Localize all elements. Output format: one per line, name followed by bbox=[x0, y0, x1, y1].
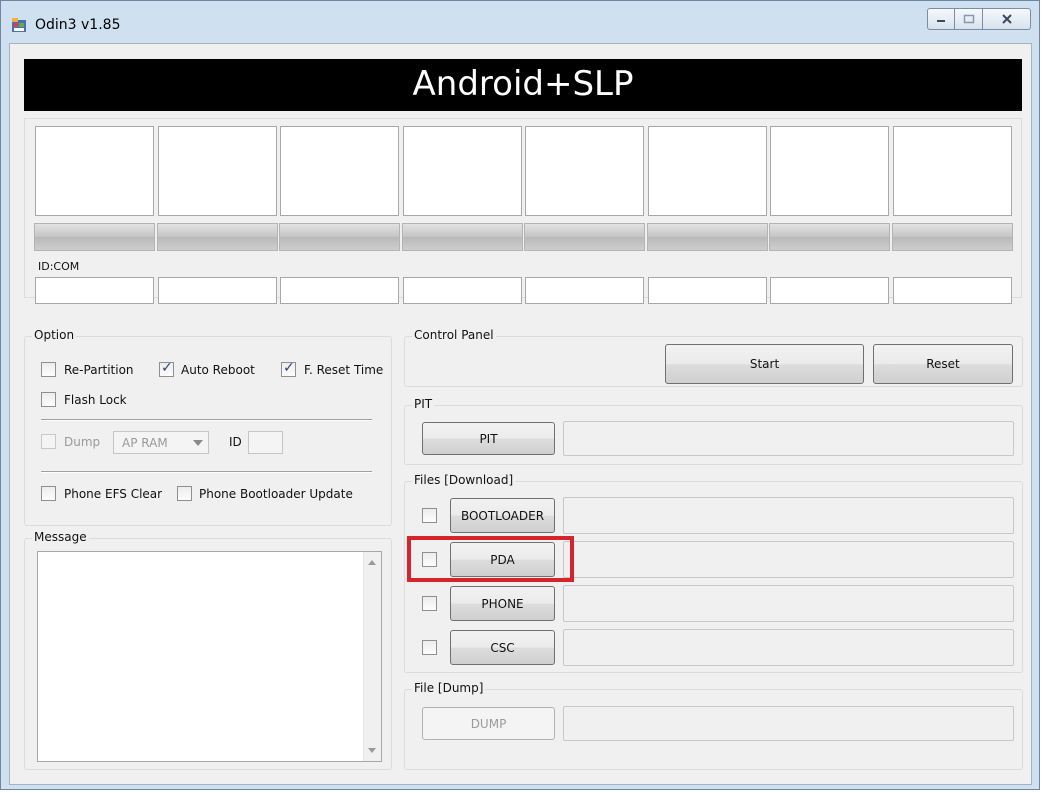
auto-reboot-checkbox[interactable] bbox=[159, 360, 174, 377]
port-status-box bbox=[770, 126, 889, 216]
control-panel-label: Control Panel bbox=[412, 328, 496, 342]
files-download-group: Files [Download] BOOTLOADER PDA PHONE CS… bbox=[404, 473, 1023, 673]
reset-button[interactable]: Reset bbox=[873, 344, 1013, 384]
pit-group-label: PIT bbox=[412, 397, 435, 411]
idcom-field bbox=[158, 277, 277, 304]
port-status-box bbox=[525, 126, 644, 216]
flash-lock-label: Flash Lock bbox=[64, 393, 127, 407]
phone-bootloader-update-checkbox[interactable] bbox=[177, 486, 192, 501]
bootloader-button[interactable]: BOOTLOADER bbox=[450, 498, 555, 533]
idcom-field bbox=[893, 277, 1012, 304]
idcom-field bbox=[525, 277, 644, 304]
phone-button[interactable]: PHONE bbox=[450, 586, 555, 621]
port-progress-bar bbox=[402, 223, 523, 251]
dump-button[interactable]: DUMP bbox=[422, 707, 555, 740]
phone-efs-clear-label: Phone EFS Clear bbox=[64, 487, 163, 501]
idcom-field bbox=[648, 277, 767, 304]
mode-banner: Android+SLP bbox=[24, 59, 1022, 111]
dump-target-select[interactable]: AP RAM bbox=[113, 431, 209, 454]
control-panel-group: Control Panel Start Reset bbox=[404, 328, 1023, 387]
window-controls bbox=[927, 8, 1031, 30]
message-scrollbar[interactable] bbox=[363, 552, 381, 761]
port-progress-bar bbox=[34, 223, 155, 251]
phone-efs-clear-checkbox[interactable] bbox=[41, 486, 56, 501]
pda-button[interactable]: PDA bbox=[450, 542, 555, 577]
option-group-label: Option bbox=[32, 328, 77, 342]
auto-reboot-label: Auto Reboot bbox=[181, 363, 255, 377]
chevron-down-icon bbox=[193, 440, 203, 446]
pit-group: PIT PIT bbox=[404, 397, 1023, 465]
odin-app-icon bbox=[12, 18, 26, 32]
option-group: Option Re-Partition Auto Reboot F. Reset… bbox=[24, 328, 392, 526]
dump-target-value: AP RAM bbox=[122, 436, 168, 450]
f-reset-time-checkbox[interactable] bbox=[281, 360, 296, 377]
pda-file-path bbox=[563, 541, 1014, 578]
pda-checkbox[interactable] bbox=[422, 552, 437, 567]
bootloader-file-path bbox=[563, 497, 1014, 534]
csc-button[interactable]: CSC bbox=[450, 630, 555, 665]
option-separator bbox=[41, 419, 372, 421]
file-dump-group: File [Dump] DUMP bbox=[404, 681, 1023, 770]
pit-button[interactable]: PIT bbox=[422, 422, 555, 455]
scroll-up-icon[interactable] bbox=[368, 560, 376, 565]
idcom-field bbox=[35, 277, 154, 304]
port-status-box bbox=[648, 126, 767, 216]
port-progress-bar bbox=[769, 223, 890, 251]
odin-window: Odin3 v1.85 Android+SLP ID:COM Option Re… bbox=[0, 0, 1040, 790]
close-icon bbox=[1001, 14, 1012, 24]
files-download-label: Files [Download] bbox=[412, 473, 516, 487]
scroll-down-icon[interactable] bbox=[368, 748, 376, 753]
port-status-box bbox=[893, 126, 1012, 216]
option-separator bbox=[41, 471, 372, 473]
message-group: Message bbox=[24, 530, 392, 770]
window-title: Odin3 v1.85 bbox=[35, 17, 121, 33]
idcom-label: ID:COM bbox=[38, 260, 80, 273]
idcom-field bbox=[770, 277, 889, 304]
file-dump-label: File [Dump] bbox=[412, 681, 486, 695]
dump-file-path bbox=[563, 706, 1014, 741]
title-bar[interactable]: Odin3 v1.85 bbox=[1, 1, 1039, 43]
re-partition-label: Re-Partition bbox=[64, 363, 134, 377]
port-progress-bar bbox=[279, 223, 400, 251]
port-progress-bar bbox=[647, 223, 768, 251]
port-status-box bbox=[280, 126, 399, 216]
port-progress-bar bbox=[157, 223, 278, 251]
dump-label: Dump bbox=[64, 435, 101, 449]
phone-file-path bbox=[563, 585, 1014, 622]
main-client-area: Android+SLP ID:COM Option Re-Partition A… bbox=[9, 43, 1032, 785]
start-button[interactable]: Start bbox=[665, 344, 864, 384]
phone-checkbox[interactable] bbox=[422, 596, 437, 611]
dump-checkbox[interactable] bbox=[41, 434, 56, 449]
phone-bootloader-update-label: Phone Bootloader Update bbox=[199, 487, 353, 501]
ports-panel: ID:COM bbox=[24, 118, 1022, 304]
port-status-box bbox=[403, 126, 522, 216]
message-log[interactable] bbox=[37, 551, 382, 762]
close-button[interactable] bbox=[983, 8, 1031, 30]
message-group-label: Message bbox=[32, 530, 89, 544]
csc-file-path bbox=[563, 629, 1014, 666]
f-reset-time-label: F. Reset Time bbox=[304, 363, 384, 377]
port-progress-bar bbox=[892, 223, 1013, 251]
maximize-button[interactable] bbox=[955, 8, 983, 30]
minimize-button[interactable] bbox=[927, 8, 955, 30]
port-status-box bbox=[158, 126, 277, 216]
re-partition-checkbox[interactable] bbox=[41, 362, 56, 377]
idcom-field bbox=[280, 277, 399, 304]
maximize-icon bbox=[963, 14, 974, 24]
id-label: ID bbox=[229, 435, 242, 449]
port-progress-bar bbox=[524, 223, 645, 251]
csc-checkbox[interactable] bbox=[422, 640, 437, 655]
idcom-field bbox=[403, 277, 522, 304]
pit-file-path bbox=[563, 421, 1014, 456]
id-input[interactable] bbox=[248, 431, 283, 454]
bootloader-checkbox[interactable] bbox=[422, 508, 437, 523]
flash-lock-checkbox[interactable] bbox=[41, 392, 56, 407]
port-status-box bbox=[35, 126, 154, 216]
minimize-icon bbox=[937, 20, 945, 22]
